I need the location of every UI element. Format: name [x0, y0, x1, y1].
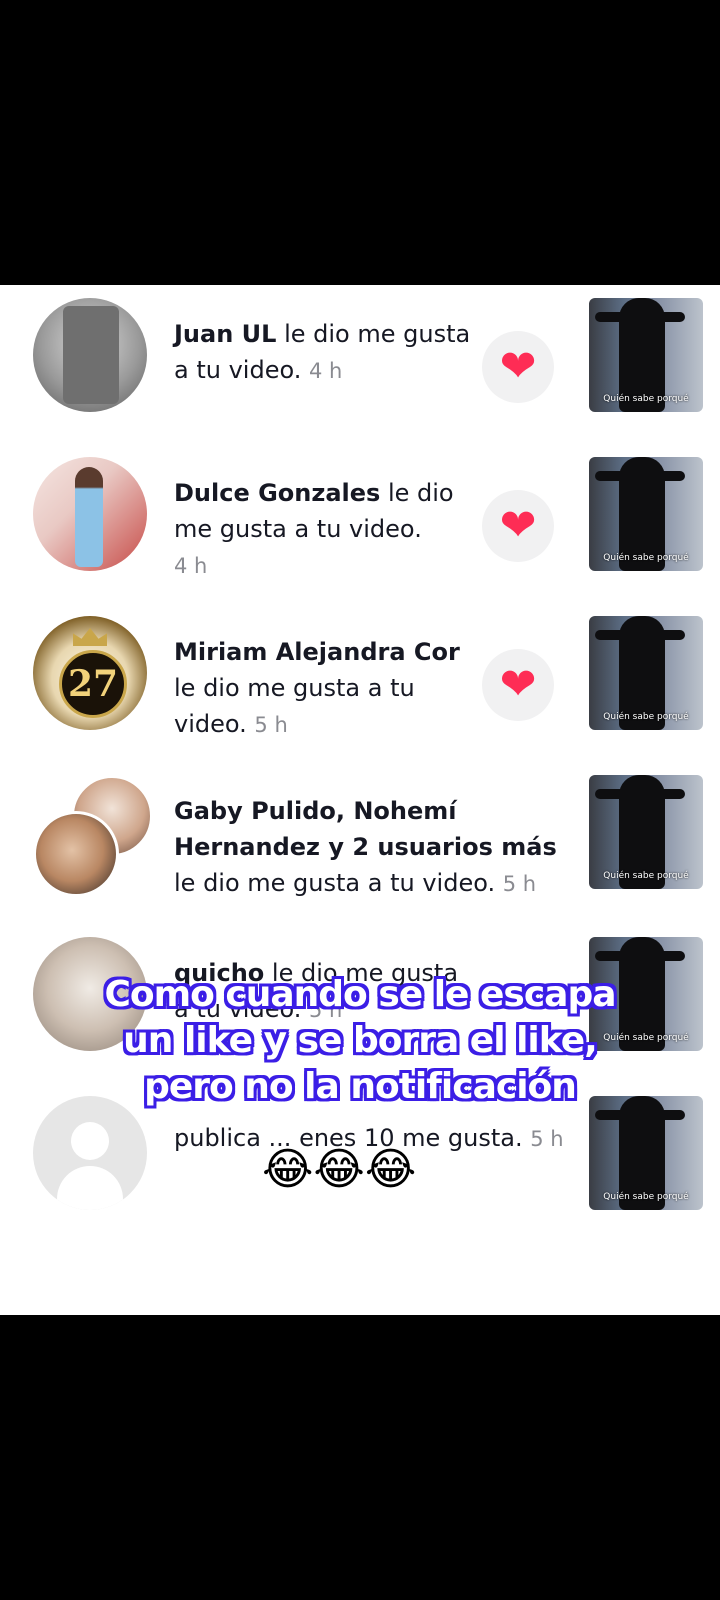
list-item[interactable]: Juan UL le dio me gusta a tu video. 4 h …	[0, 298, 720, 416]
thumbnail-caption: Quién sabe porqué	[603, 553, 689, 563]
thumbnail-caption: Quién sabe porqué	[603, 1192, 689, 1202]
avatar-group[interactable]	[33, 775, 153, 897]
timestamp: 5 h	[530, 1127, 564, 1151]
video-thumbnail[interactable]: Quién sabe porqué	[589, 775, 703, 889]
thumbnail-caption: Quién sabe porqué	[603, 712, 689, 722]
like-button[interactable]: ❤	[482, 649, 554, 721]
notification-text: Juan UL le dio me gusta a tu video. 4 h	[174, 316, 474, 389]
like-button[interactable]: ❤	[482, 331, 554, 403]
avatar-photo	[75, 467, 103, 567]
heart-icon: ❤	[499, 500, 537, 551]
list-item[interactable]: 27 Miriam Alejandra Cor le dio me gusta …	[0, 616, 720, 738]
video-thumbnail[interactable]: Quién sabe porqué	[589, 616, 703, 730]
list-item[interactable]: Gaby Pulido, Nohemí Hernandez y 2 usuari…	[0, 775, 720, 897]
caption-line: pero no la notificación	[144, 1066, 577, 1107]
user-name[interactable]: Dulce Gonzales	[174, 479, 380, 507]
video-thumbnail[interactable]: Quién sabe porqué	[589, 298, 703, 412]
timestamp: 4 h	[309, 359, 343, 383]
avatar[interactable]: 27	[33, 616, 147, 730]
avatar[interactable]	[33, 1096, 147, 1210]
notification-action: le dio me gusta a tu video.	[174, 869, 496, 897]
user-name[interactable]: Gaby Pulido, Nohemí Hernandez y 2 usuari…	[174, 797, 557, 861]
user-name[interactable]: Miriam Alejandra Cor	[174, 638, 460, 666]
avatar-photo	[63, 306, 119, 404]
user-placeholder-icon	[57, 1166, 123, 1210]
avatar	[33, 811, 119, 897]
caption-line: Como cuando se le escapa	[104, 974, 616, 1015]
caption-line: un like y se borra el like,	[123, 1020, 598, 1061]
laughing-emoji-icon: 😂😂😂	[262, 1144, 417, 1195]
user-name[interactable]: Juan UL	[174, 320, 276, 348]
like-button[interactable]: ❤	[482, 490, 554, 562]
crown-icon	[73, 628, 107, 646]
thumbnail-caption: Quién sabe porqué	[603, 394, 689, 404]
avatar[interactable]	[33, 298, 147, 412]
notification-action: le dio me gusta a tu video.	[174, 674, 415, 738]
video-thumbnail[interactable]: Quién sabe porqué	[589, 457, 703, 571]
list-item[interactable]: Dulce Gonzales le dio me gusta a tu vide…	[0, 457, 720, 578]
heart-icon: ❤	[499, 659, 537, 710]
notification-text: Dulce Gonzales le dio me gusta a tu vide…	[174, 475, 474, 584]
notification-text: Miriam Alejandra Cor le dio me gusta a t…	[174, 634, 474, 743]
video-thumbnail[interactable]: Quién sabe porqué	[589, 1096, 703, 1210]
avatar[interactable]	[33, 457, 147, 571]
heart-icon: ❤	[499, 341, 537, 392]
notification-text: Gaby Pulido, Nohemí Hernandez y 2 usuari…	[174, 793, 574, 902]
timestamp: 5 h	[254, 713, 288, 737]
timestamp: 5 h	[502, 872, 537, 896]
avatar-badge: 27	[59, 650, 127, 718]
timestamp: 4 h	[174, 554, 208, 578]
user-placeholder-icon	[71, 1122, 109, 1160]
overlay-caption: Como cuando se le escapa un like y se bo…	[40, 972, 680, 1110]
thumbnail-caption: Quién sabe porqué	[603, 871, 689, 881]
